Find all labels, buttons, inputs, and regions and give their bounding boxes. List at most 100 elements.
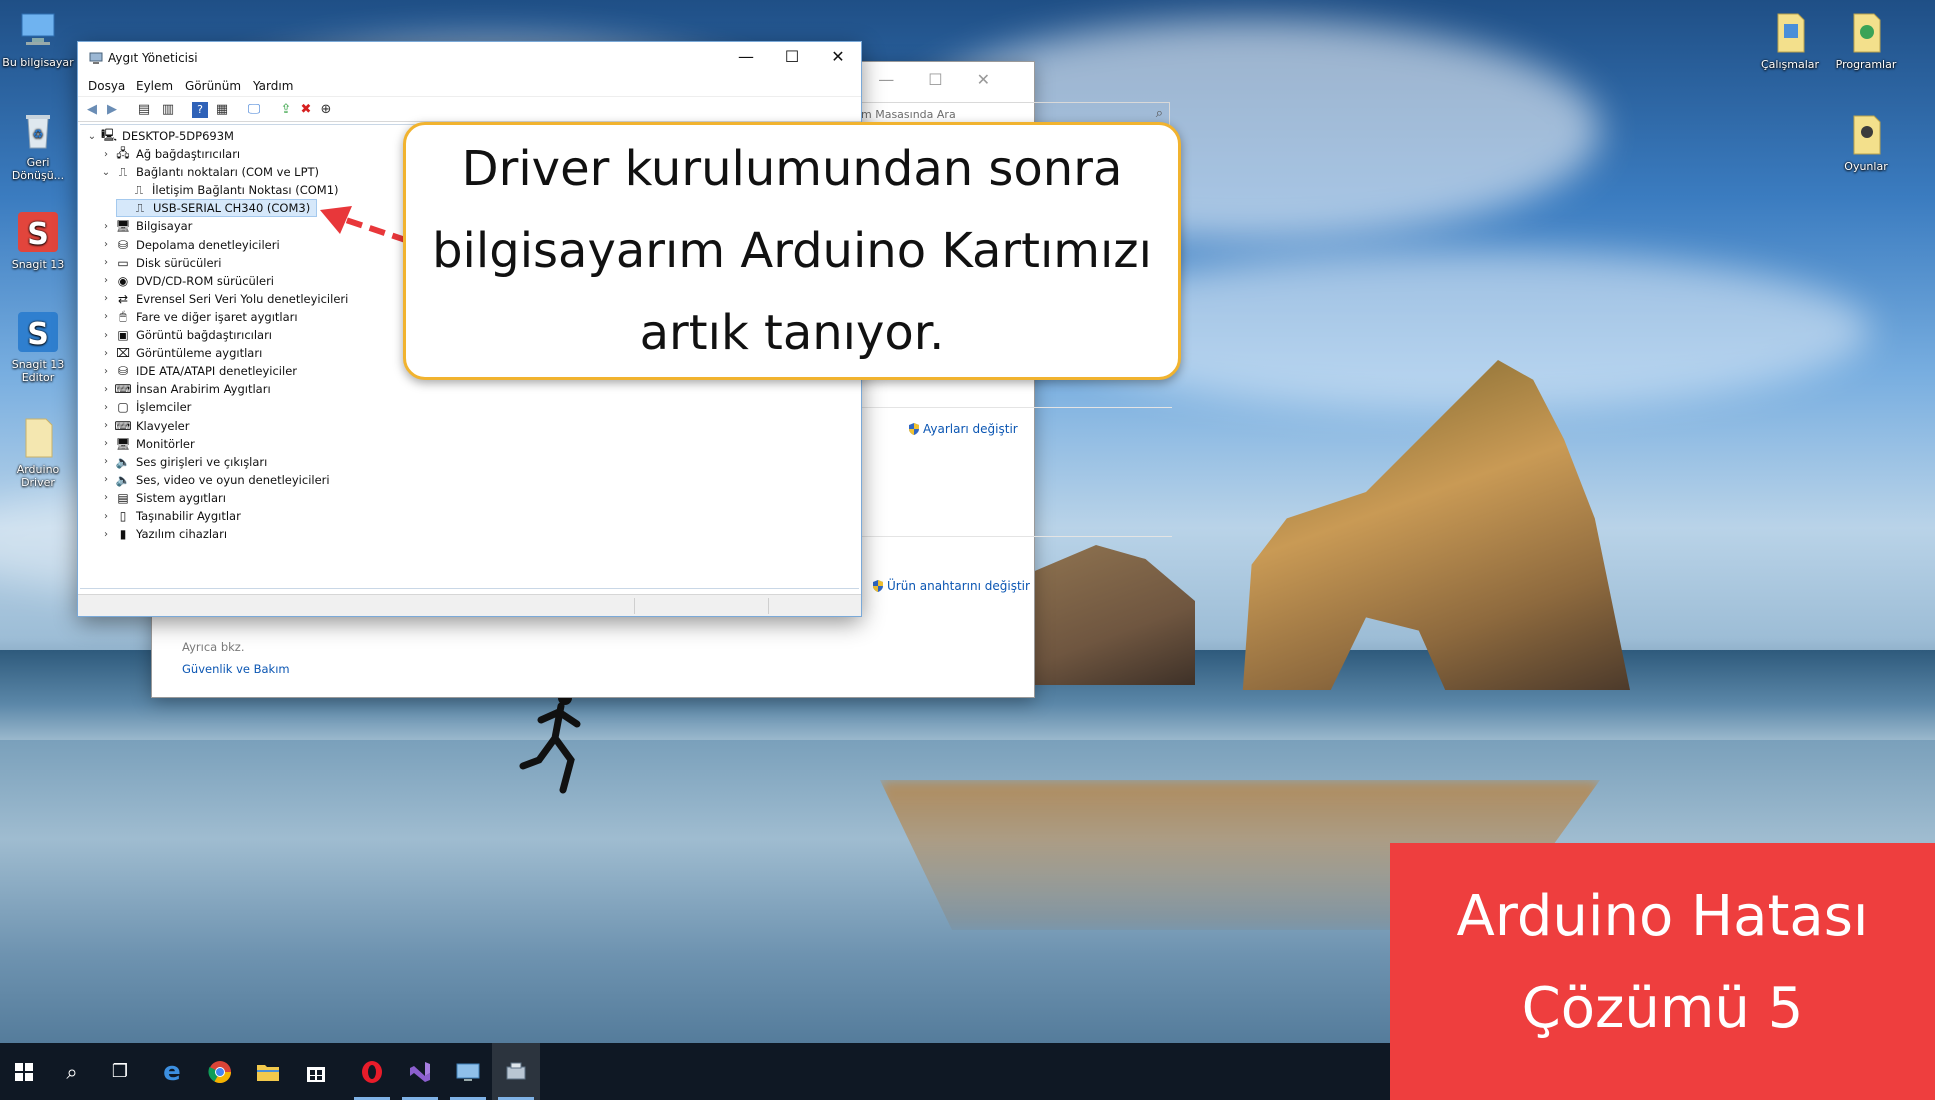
update-driver-icon[interactable]: ⇪ (278, 102, 294, 118)
uninstall-icon[interactable]: ✖ (298, 102, 314, 118)
chrome-icon (208, 1060, 231, 1083)
tree-root[interactable]: ⌄ 🖳 DESKTOP-5DP693M (86, 127, 234, 145)
chevron-right-icon[interactable]: › (100, 348, 112, 359)
chevron-down-icon[interactable]: ⌄ (86, 131, 98, 142)
chrome-button[interactable] (196, 1043, 244, 1100)
tree-item[interactable]: › ▭ Disk sürücüleri (100, 254, 221, 272)
close-icon: ✕ (831, 47, 845, 66)
port-icon: ⎍ (134, 182, 144, 197)
chevron-right-icon[interactable]: › (100, 149, 112, 160)
menu-item-gorunum[interactable]: Görünüm (185, 79, 241, 93)
tree-item-label: İnsan Arabirim Aygıtları (136, 382, 271, 397)
minimize-icon[interactable]: — (878, 70, 928, 89)
chevron-right-icon[interactable]: › (100, 330, 112, 341)
list-icon[interactable]: ▦ (214, 102, 230, 118)
menu-item-eylem[interactable]: Eylem (136, 79, 173, 93)
store-button[interactable] (292, 1043, 340, 1100)
desktop-icon-this-pc[interactable]: Bu bilgisayar (0, 8, 76, 69)
tree-item[interactable]: › ▮ Yazılım cihazları (100, 525, 227, 543)
maximize-button[interactable]: ☐ (769, 42, 815, 74)
storage-icon: ⛁ (117, 237, 129, 252)
tree-item-label: Bağlantı noktaları (COM ve LPT) (136, 165, 320, 180)
remote-desktop-button[interactable] (444, 1043, 492, 1100)
file-explorer-button[interactable] (244, 1043, 292, 1100)
properties-icon[interactable]: ▥ (160, 102, 176, 118)
chevron-right-icon[interactable]: › (100, 420, 112, 431)
chevron-right-icon[interactable]: › (100, 311, 112, 322)
software-device-icon: ▮ (119, 527, 127, 542)
menu-item-dosya[interactable]: Dosya (88, 79, 125, 93)
security-maintenance-link[interactable]: Güvenlik ve Bakım (182, 662, 290, 676)
scan-hardware-icon[interactable]: 🖵 (246, 102, 262, 118)
tree-item[interactable]: › ◉ DVD/CD-ROM sürücüleri (100, 272, 274, 290)
tree-item[interactable]: › 🖥 Bilgisayar (100, 217, 192, 235)
tree-item[interactable]: › 🖧 Ağ bağdaştırıcıları (100, 145, 240, 163)
chevron-right-icon[interactable]: › (100, 221, 112, 232)
tree-item[interactable]: › ⇄ Evrensel Seri Veri Yolu denetleyiciler… (100, 290, 348, 308)
tree-item[interactable]: › 🖥 Monitörler (100, 435, 195, 453)
title-bar[interactable]: Aygıt Yöneticisi — ☐ ✕ (78, 42, 861, 74)
visual-studio-button[interactable] (396, 1043, 444, 1100)
tree-item-selected[interactable]: ⎍ USB-SERIAL CH340 (COM3) (116, 199, 318, 218)
close-icon[interactable]: ✕ (977, 70, 1024, 89)
chevron-right-icon[interactable]: › (100, 438, 112, 449)
tree-item[interactable]: › ▢ İşlemciler (100, 398, 191, 416)
chevron-right-icon[interactable]: › (100, 384, 112, 395)
tree-item[interactable]: › ⛁ IDE ATA/ATAPI denetleyiciler (100, 362, 297, 380)
change-settings-link[interactable]: Ayarları değiştir (907, 422, 1018, 436)
chevron-right-icon[interactable]: › (100, 293, 112, 304)
download-icon[interactable]: ⊕ (318, 102, 334, 118)
chevron-right-icon[interactable]: › (100, 257, 112, 268)
change-product-key-link[interactable]: Ürün anahtarını değiştir (871, 579, 1030, 593)
tree-item[interactable]: › ⌨ Klavyeler (100, 417, 189, 435)
tree-item[interactable]: ⌄ ⎍ Bağlantı noktaları (COM ve LPT) (100, 163, 319, 181)
view-icon[interactable]: ▤ (136, 102, 152, 118)
tree-item[interactable]: › ⌧ Görüntüleme aygıtları (100, 344, 262, 362)
chevron-right-icon[interactable]: › (100, 275, 112, 286)
maximize-icon[interactable]: ☐ (928, 70, 976, 89)
tree-item[interactable]: › ▯ Taşınabilir Aygıtlar (100, 507, 241, 525)
tree-item[interactable]: › 🔈 Ses, video ve oyun denetleyicileri (100, 471, 330, 489)
desktop-icon-snagit-editor[interactable]: S Snagit 13 Editor (0, 310, 76, 384)
chevron-right-icon[interactable]: › (100, 456, 112, 467)
tree-item[interactable]: › 🖱 Fare ve diğer işaret aygıtları (100, 308, 298, 326)
chevron-right-icon[interactable]: › (100, 474, 112, 485)
forward-arrow-icon[interactable]: ▶ (104, 102, 120, 118)
chevron-down-icon[interactable]: ⌄ (100, 167, 112, 178)
desktop-icon-arduino-driver[interactable]: Arduino Driver (0, 415, 76, 489)
device-manager-taskbar-button[interactable] (492, 1043, 540, 1100)
cpu-icon: ▢ (117, 400, 129, 415)
tree-item-label: Klavyeler (136, 418, 190, 433)
chevron-right-icon[interactable]: › (100, 492, 112, 503)
tree-item[interactable]: › ⌨ İnsan Arabirim Aygıtları (100, 380, 271, 398)
chevron-right-icon[interactable]: › (100, 366, 112, 377)
search-button[interactable]: ⌕ (48, 1043, 96, 1100)
tree-item[interactable]: › ▣ Görüntü bağdaştırıcıları (100, 326, 272, 344)
desktop-icon-oyunlar[interactable]: Oyunlar (1828, 112, 1904, 173)
opera-button[interactable] (348, 1043, 396, 1100)
menu-item-yardim[interactable]: Yardım (253, 79, 293, 93)
tree-item[interactable]: ⎍ İletişim Bağlantı Noktası (COM1) (116, 181, 339, 199)
chevron-right-icon[interactable]: › (100, 402, 112, 413)
tree-item[interactable]: › ⛁ Depolama denetleyicileri (100, 236, 280, 254)
tree-item[interactable]: › 🔈 Ses girişleri ve çıkışları (100, 453, 267, 471)
edge-button[interactable]: e (148, 1043, 196, 1100)
minimize-button[interactable]: — (723, 42, 769, 74)
desktop-icon-programlar[interactable]: Programlar (1828, 10, 1904, 71)
start-button[interactable] (0, 1043, 48, 1100)
chevron-right-icon[interactable]: › (100, 529, 112, 540)
chevron-right-icon[interactable]: › (100, 511, 112, 522)
help-icon[interactable]: ? (192, 102, 208, 118)
window-title: Aygıt Yöneticisi (108, 51, 198, 65)
tree-item[interactable]: › ▤ Sistem aygıtları (100, 489, 226, 507)
close-button[interactable]: ✕ (815, 42, 861, 74)
desktop-icon-calismalar[interactable]: Çalışmalar (1752, 10, 1828, 71)
status-bar (78, 594, 861, 616)
desktop-icon-recycle-bin[interactable]: ♻ Geri Dönüşü... (0, 108, 76, 182)
chevron-right-icon[interactable]: › (100, 239, 112, 250)
task-view-button[interactable]: ❐ (96, 1043, 144, 1100)
tutorial-badge: Arduino Hatası Çözümü 5 (1390, 843, 1935, 1100)
desktop-icon-snagit[interactable]: S Snagit 13 (0, 210, 76, 271)
back-arrow-icon[interactable]: ◀ (84, 102, 100, 118)
change-product-key-label: Ürün anahtarını değiştir (887, 579, 1030, 593)
